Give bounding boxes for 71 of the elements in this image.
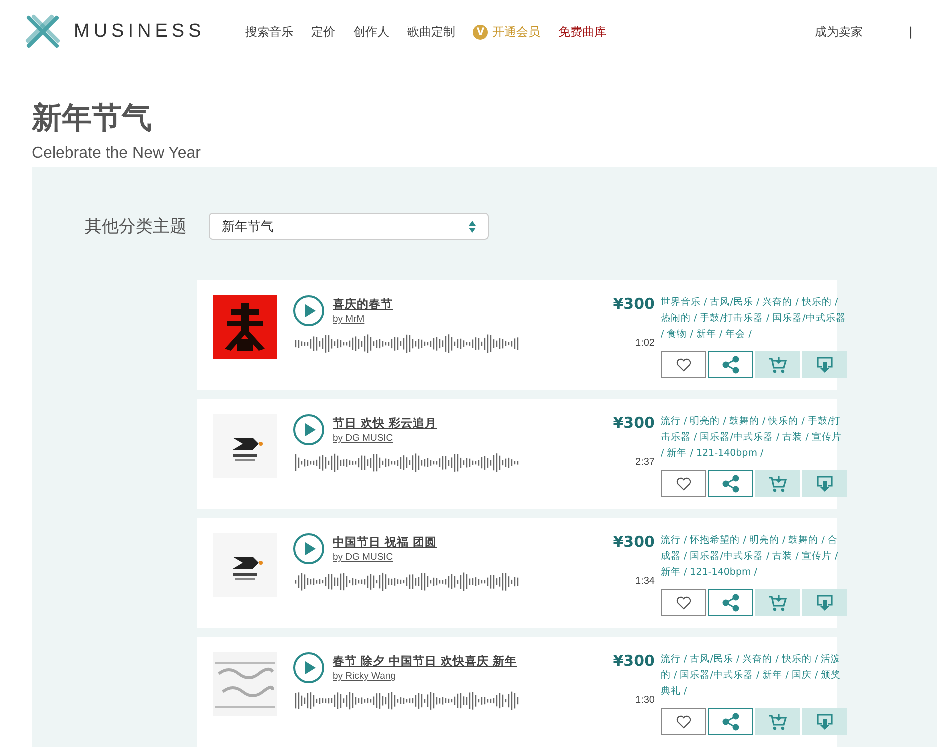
download-icon bbox=[816, 712, 834, 730]
play-button[interactable] bbox=[293, 295, 325, 327]
duration: 1:34 bbox=[636, 576, 655, 587]
add-to-cart-button[interactable] bbox=[755, 470, 800, 497]
duration: 1:30 bbox=[636, 695, 655, 706]
tag-list: 流行 / 明亮的 / 鼓舞的 / 快乐的 / 手鼓/打击乐器 / 国乐器/中式乐器 / 古装 / 宣传片 / 新年 / 121-140bpm / bbox=[661, 414, 847, 468]
download-icon bbox=[816, 356, 834, 374]
download-icon bbox=[816, 594, 834, 612]
brand-name: MUSINESS bbox=[74, 21, 206, 43]
nav-link[interactable]: 搜索音乐 bbox=[245, 24, 294, 40]
share-icon bbox=[722, 594, 740, 612]
track-title[interactable]: 中国节日 祝福 团圆 bbox=[333, 535, 438, 550]
favorite-button[interactable] bbox=[661, 589, 706, 616]
sort-caret-icon bbox=[469, 220, 476, 232]
vip-badge: V bbox=[473, 24, 488, 40]
download-icon bbox=[816, 474, 834, 492]
separator: | bbox=[908, 25, 913, 39]
price: ¥300 bbox=[613, 414, 655, 432]
track-title[interactable]: 喜庆的春节 bbox=[333, 297, 393, 312]
tag-list: 流行 / 怀抱希望的 / 明亮的 / 鼓舞的 / 合成器 / 国乐器/中式乐器 / 古装 / 宣传片 / 新年 / 121-140bpm / bbox=[661, 533, 847, 587]
play-button[interactable] bbox=[293, 652, 325, 684]
cart-icon bbox=[768, 594, 788, 612]
seller-link[interactable]: 成为卖家 bbox=[814, 24, 863, 40]
heart-icon bbox=[676, 476, 692, 490]
favorite-button[interactable] bbox=[661, 351, 706, 378]
share-icon bbox=[722, 474, 740, 492]
add-to-cart-button[interactable] bbox=[755, 589, 800, 616]
share-icon bbox=[722, 356, 740, 374]
heart-icon bbox=[676, 358, 692, 372]
theme-select[interactable]: 新年节气 bbox=[209, 213, 489, 240]
price: ¥300 bbox=[613, 295, 655, 313]
nav-link[interactable]: 歌曲定制 bbox=[407, 24, 456, 40]
add-to-cart-button[interactable] bbox=[755, 351, 800, 378]
download-button[interactable] bbox=[802, 470, 847, 497]
share-button[interactable] bbox=[708, 351, 753, 378]
tag-list: 流行 / 古风/民乐 / 兴奋的 / 快乐的 / 活泼的 / 国乐器/中式乐器 / 新年 / 国庆 / 颁奖典礼 / bbox=[661, 652, 847, 706]
play-button[interactable] bbox=[293, 533, 325, 565]
cart-icon bbox=[768, 712, 788, 730]
page-title: 新年节气 bbox=[32, 100, 153, 138]
share-button[interactable] bbox=[708, 589, 753, 616]
favorite-button[interactable] bbox=[661, 470, 706, 497]
favorite-button[interactable] bbox=[661, 708, 706, 735]
heart-icon bbox=[676, 596, 692, 610]
tag-list: 世界音乐 / 古风/民乐 / 兴奋的 / 快乐的 / 热闹的 / 手鼓/打击乐器 / 国乐器/中式乐器 / 食物 / 新年 / 年会 / bbox=[661, 295, 847, 349]
cart-icon bbox=[768, 474, 788, 492]
artist-link[interactable]: by DG MUSIC bbox=[333, 433, 438, 444]
logo-icon bbox=[24, 13, 62, 51]
add-to-cart-button[interactable] bbox=[755, 708, 800, 735]
artist-link[interactable]: by Ricky Wang bbox=[333, 671, 518, 682]
filter-label: 其他分类主题 bbox=[85, 216, 187, 238]
price: ¥300 bbox=[613, 652, 655, 670]
share-button[interactable] bbox=[708, 470, 753, 497]
artist-link[interactable]: by DG MUSIC bbox=[333, 552, 438, 563]
download-button[interactable] bbox=[802, 351, 847, 378]
download-button[interactable] bbox=[802, 708, 847, 735]
nav-link[interactable]: 定价 bbox=[311, 24, 336, 40]
price: ¥300 bbox=[613, 533, 655, 551]
cart-icon bbox=[768, 356, 788, 374]
artist-link[interactable]: by MrM bbox=[333, 314, 393, 325]
duration: 1:02 bbox=[636, 338, 655, 349]
share-icon bbox=[722, 712, 740, 730]
download-button[interactable] bbox=[802, 589, 847, 616]
duration: 2:37 bbox=[636, 457, 655, 468]
heart-icon bbox=[676, 714, 692, 728]
track-title[interactable]: 春节 除夕 中国节日 欢快喜庆 新年 bbox=[333, 654, 518, 669]
nav-link[interactable]: 免费曲库 bbox=[558, 24, 606, 40]
nav-link[interactable]: 创作人 bbox=[353, 24, 390, 40]
share-button[interactable] bbox=[708, 708, 753, 735]
page-subtitle: Celebrate the New Year bbox=[32, 145, 202, 163]
play-button[interactable] bbox=[293, 414, 325, 446]
track-title[interactable]: 节日 欢快 彩云追月 bbox=[333, 416, 438, 431]
